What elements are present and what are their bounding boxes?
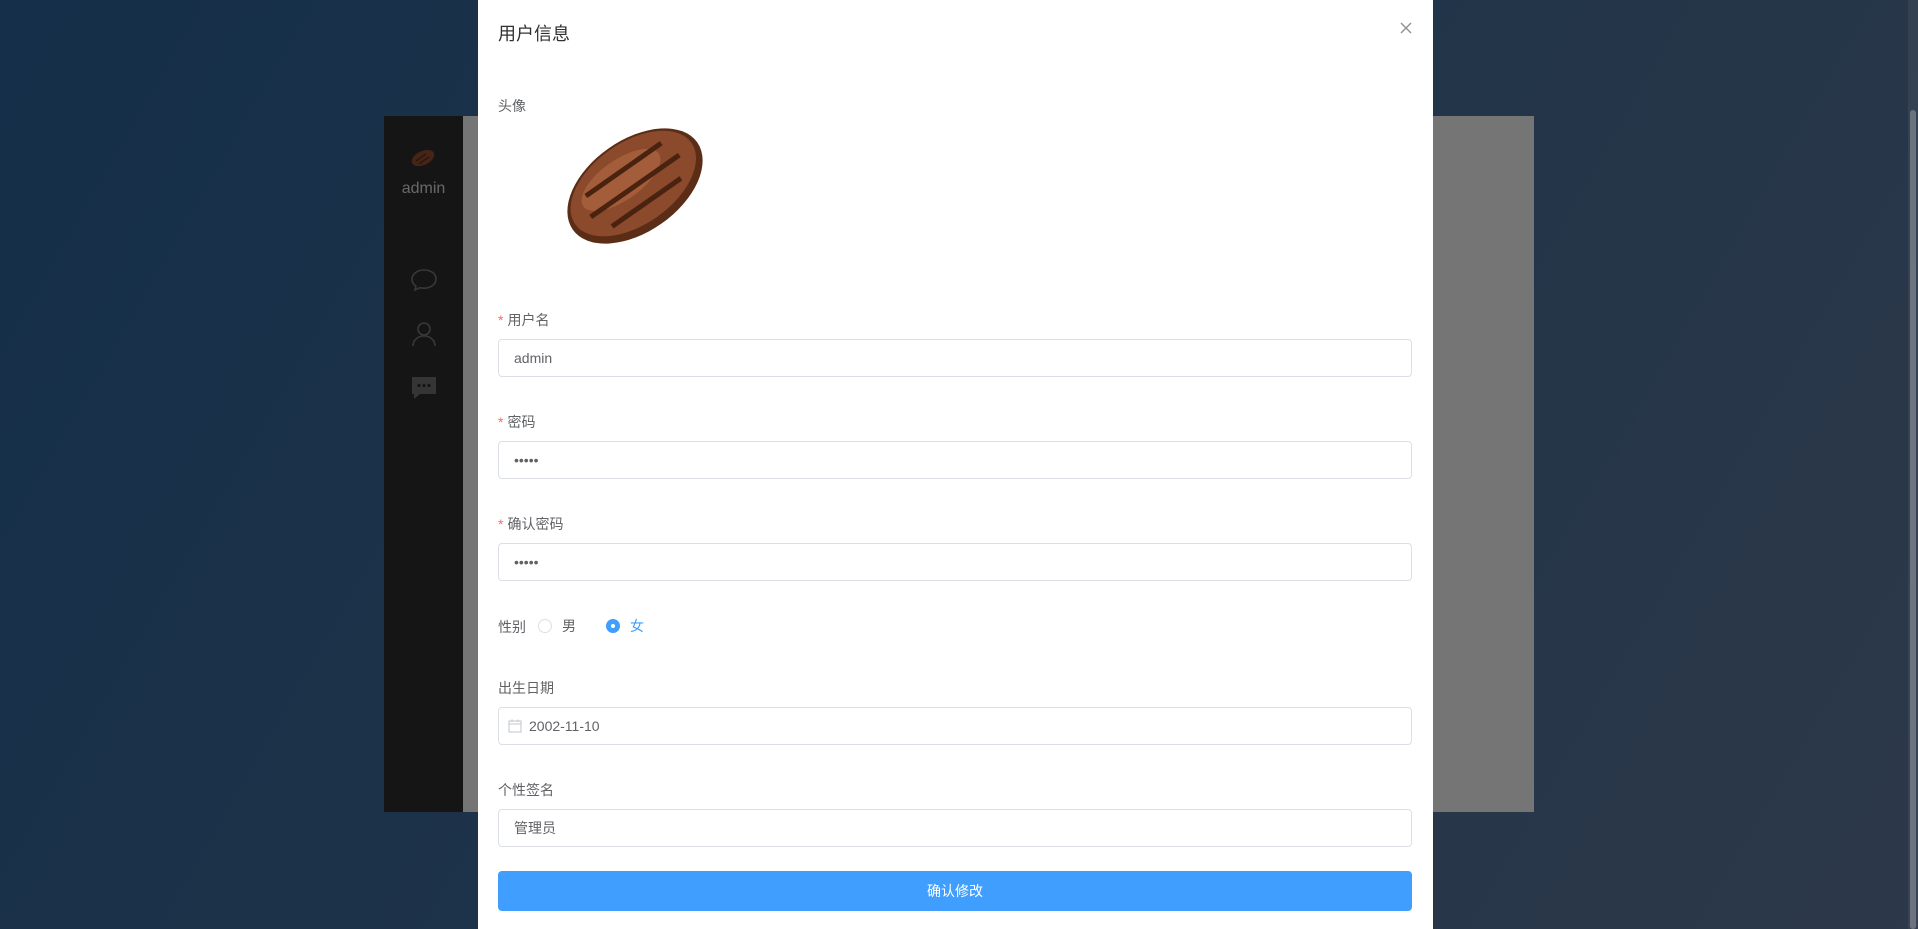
confirm-password-input[interactable] [498, 543, 1412, 581]
gender-radio-label: 女 [630, 618, 644, 634]
password-input[interactable] [498, 441, 1412, 479]
gender-radio-female[interactable]: 女 [606, 616, 644, 636]
dialog-title: 用户信息 [498, 24, 570, 44]
radio-checked-icon[interactable] [606, 619, 620, 633]
birthday-input[interactable] [498, 707, 1412, 745]
required-asterisk: * [498, 414, 504, 430]
calendar-icon [508, 719, 522, 733]
scrollbar-thumb[interactable] [1910, 110, 1916, 929]
confirm-edit-button[interactable]: 确认修改 [498, 871, 1412, 911]
radio-circle-icon[interactable] [538, 619, 552, 633]
signature-label: 个性签名 [498, 782, 554, 798]
birthday-date-picker[interactable] [498, 707, 1412, 745]
gender-label: 性别 [498, 619, 526, 635]
gender-radio-male[interactable]: 男 [538, 616, 576, 636]
avatar-label: 头像 [498, 98, 526, 114]
signature-input[interactable] [498, 809, 1412, 847]
username-label: * 用户名 [498, 312, 550, 328]
confirm-password-label: * 确认密码 [498, 516, 564, 532]
avatar-image[interactable] [555, 111, 715, 261]
required-asterisk: * [498, 516, 504, 532]
page-scrollbar[interactable] [1908, 0, 1918, 929]
birthday-label: 出生日期 [498, 680, 554, 696]
username-input[interactable] [498, 339, 1412, 377]
password-label: * 密码 [498, 414, 536, 430]
user-info-dialog: 用户信息 头像 *用户名 *密码 *确认密码 性别 男 女 出生日期 [478, 0, 1433, 929]
gender-radio-label: 男 [562, 618, 576, 634]
close-icon[interactable] [1396, 18, 1416, 38]
required-asterisk: * [498, 312, 504, 328]
